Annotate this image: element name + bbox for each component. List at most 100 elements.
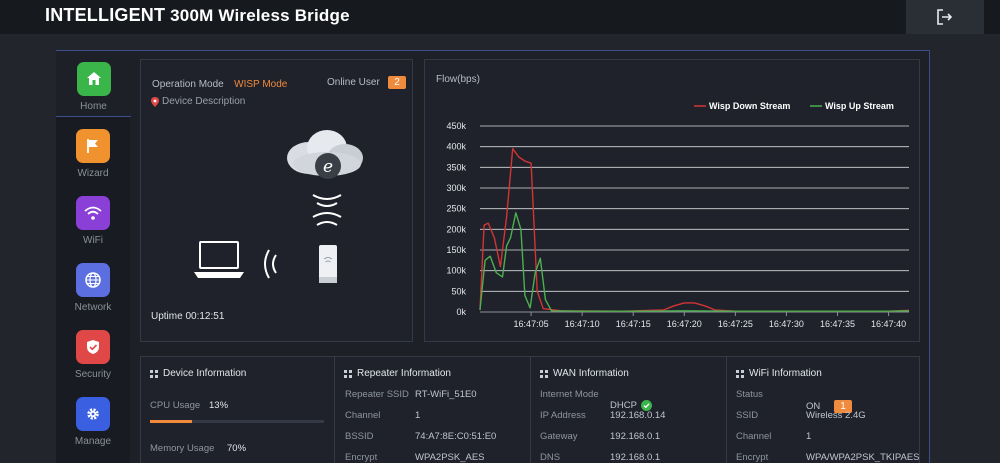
device-info-title: Device Information — [150, 368, 246, 379]
repeater-value: 74:A7:8E:C0:51:E0 — [415, 431, 497, 442]
repeater-key: Repeater SSID — [345, 389, 409, 400]
wan-value: 192.168.0.1 — [610, 452, 661, 463]
flow-chart: 0k 50k 100k 150k 200k 250k 300k 350k 400k 450k 16:… — [446, 101, 910, 329]
cloud-icon: e — [287, 130, 363, 179]
sidebar-item-label: Home — [80, 101, 107, 112]
cpu-progress-bar — [150, 420, 324, 423]
wan-value: 192.168.0.1 — [610, 431, 661, 442]
wifi-row: Encrypt WPA/WPA2PSK_TKIPAES — [736, 452, 920, 463]
online-user-badge[interactable]: 2 — [388, 76, 406, 89]
sidebar-item-network[interactable]: Network — [56, 252, 130, 318]
divider — [334, 357, 335, 463]
x-tick-label: 16:47:40 — [871, 319, 906, 329]
repeater-row: BSSID 74:A7:8E:C0:51:E0 — [345, 431, 496, 442]
wifi-row: Channel 1 — [736, 431, 811, 442]
wifi-value: WPA/WPA2PSK_TKIPAES — [806, 452, 920, 463]
cpu-usage-value: 13% — [209, 400, 229, 411]
home-icon — [76, 62, 111, 96]
cpu-usage-label: CPU Usage — [150, 400, 201, 411]
x-tick-label: 16:47:05 — [514, 319, 549, 329]
x-tick-label: 16:47:30 — [769, 319, 804, 329]
flag-icon — [76, 129, 110, 163]
status-panel: Operation Mode WISP Mode Online User 2 D… — [140, 59, 413, 342]
laptop-icon — [194, 241, 244, 278]
repeater-key: Encrypt — [345, 452, 378, 463]
wifi-key: Encrypt — [736, 452, 769, 463]
repeater-row: Channel 1 — [345, 410, 420, 421]
x-tick-label: 16:47:15 — [616, 319, 651, 329]
memory-usage-row: Memory Usage 70% — [150, 443, 246, 454]
wifi-info-title: WiFi Information — [736, 368, 822, 379]
cpu-usage-row: CPU Usage 13% — [150, 400, 228, 411]
sidebar-item-wizard[interactable]: Wizard — [56, 118, 130, 184]
operation-mode-value: WISP Mode — [234, 79, 288, 90]
device-description-link[interactable]: Device Description — [162, 96, 245, 107]
wan-key: IP Address — [540, 410, 586, 421]
logout-button[interactable] — [906, 0, 984, 34]
repeater-info-title: Repeater Information — [344, 368, 451, 379]
sidebar-item-label: WiFi — [83, 235, 103, 246]
wan-row: DNS 192.168.0.1 — [540, 452, 660, 463]
wan-key: DNS — [540, 452, 561, 463]
y-tick-label: 400k — [446, 142, 466, 152]
y-tick-label: 200k — [446, 224, 466, 234]
repeater-row: Encrypt WPA2PSK_AES — [345, 452, 485, 463]
sidebar-item-label: Network — [74, 302, 112, 313]
online-user-label: Online User — [327, 77, 380, 88]
grid-icon — [150, 369, 158, 378]
cpu-progress-fill — [150, 420, 192, 423]
y-tick-label: 0k — [456, 307, 466, 317]
wan-row: Gateway 192.168.0.1 — [540, 431, 660, 442]
logout-icon — [937, 9, 953, 25]
wifi-status-row: Status ON 1 — [736, 389, 852, 413]
wifi-value: 1 — [806, 431, 812, 442]
brand-rest: 300M Wireless Bridge — [170, 6, 350, 25]
device-info-title-text: Device Information — [163, 368, 247, 379]
divider — [726, 357, 727, 463]
signal-side-icon — [264, 249, 277, 279]
legend-label: Wisp Up Stream — [825, 101, 894, 111]
repeater-value: RT-WiFi_51E0 — [415, 389, 477, 400]
divider — [530, 357, 531, 463]
wan-value: 192.168.0.14 — [610, 410, 666, 421]
operation-mode-label: Operation Mode — [152, 79, 224, 90]
svg-text:e: e — [323, 157, 333, 177]
wan-key: Internet Mode — [540, 389, 599, 400]
wifi-status-label: Status — [736, 389, 763, 400]
wan-row: Internet Mode DHCP — [540, 389, 652, 411]
grid-icon — [736, 369, 744, 378]
wifi-icon — [76, 196, 110, 230]
globe-icon — [76, 263, 110, 297]
y-tick-label: 250k — [446, 204, 466, 214]
repeater-info-title-text: Repeater Information — [357, 368, 451, 379]
signal-down-icon — [312, 194, 342, 226]
memory-usage-label: Memory Usage — [150, 443, 215, 454]
x-tick-label: 16:47:20 — [667, 319, 702, 329]
legend-label: Wisp Down Stream — [709, 101, 790, 111]
wifi-info-title-text: WiFi Information — [749, 368, 822, 379]
location-pin-icon — [151, 96, 159, 107]
wifi-row: SSID Wireless 2.4G — [736, 410, 866, 421]
wan-key: Gateway — [540, 431, 578, 442]
brand-bold: INTELLIGENT — [45, 5, 166, 25]
sidebar-item-wifi[interactable]: WiFi — [56, 185, 130, 251]
wan-row: IP Address 192.168.0.14 — [540, 410, 665, 421]
repeater-value: 1 — [415, 410, 421, 421]
sidebar-item-label: Security — [74, 369, 112, 380]
sidebar: Home Wizard WiFi Network Security Manage — [56, 51, 131, 463]
info-panel: Device Information CPU Usage 13% Memory … — [140, 356, 920, 463]
sidebar-item-manage[interactable]: Manage — [56, 386, 130, 452]
repeater-key: Channel — [345, 410, 381, 421]
wan-info-title: WAN Information — [540, 368, 629, 379]
y-tick-label: 350k — [446, 162, 466, 172]
shield-icon — [76, 330, 110, 364]
repeater-key: BSSID — [345, 431, 374, 442]
wifi-key: Channel — [736, 431, 772, 442]
sidebar-item-security[interactable]: Security — [56, 319, 130, 385]
sidebar-item-home[interactable]: Home — [56, 51, 131, 117]
series-line-up-stream — [479, 212, 910, 312]
wan-info-title-text: WAN Information — [553, 368, 629, 379]
memory-usage-value: 70% — [227, 443, 247, 454]
bridge-device-icon — [319, 245, 337, 283]
x-tick-label: 16:47:35 — [820, 319, 855, 329]
